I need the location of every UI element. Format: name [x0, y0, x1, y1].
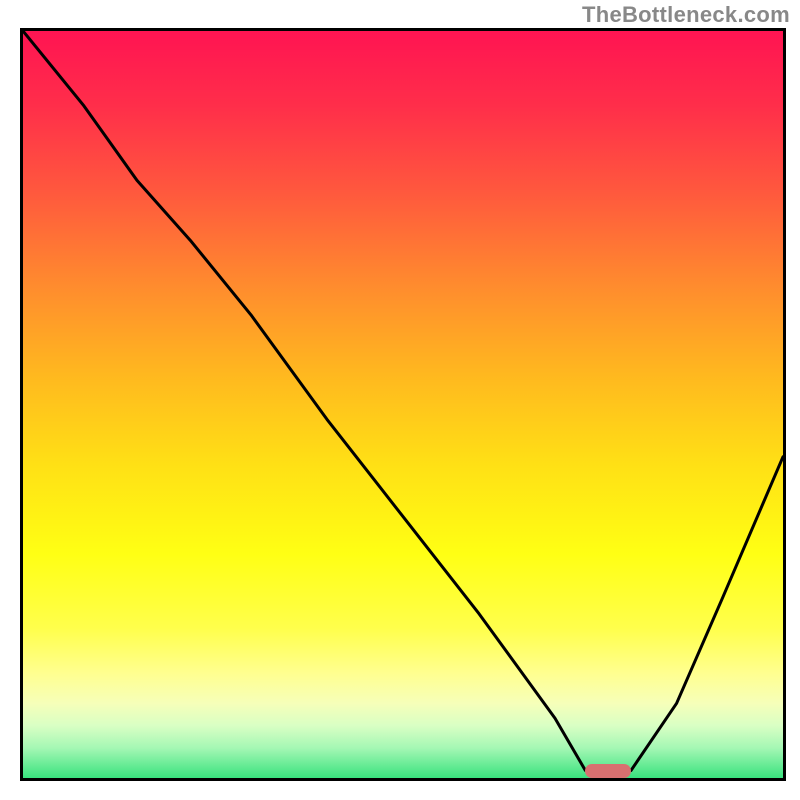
- optimal-marker: [585, 764, 631, 778]
- bottleneck-chart: [20, 28, 786, 781]
- curve-layer: [23, 31, 783, 778]
- watermark: TheBottleneck.com: [582, 2, 790, 28]
